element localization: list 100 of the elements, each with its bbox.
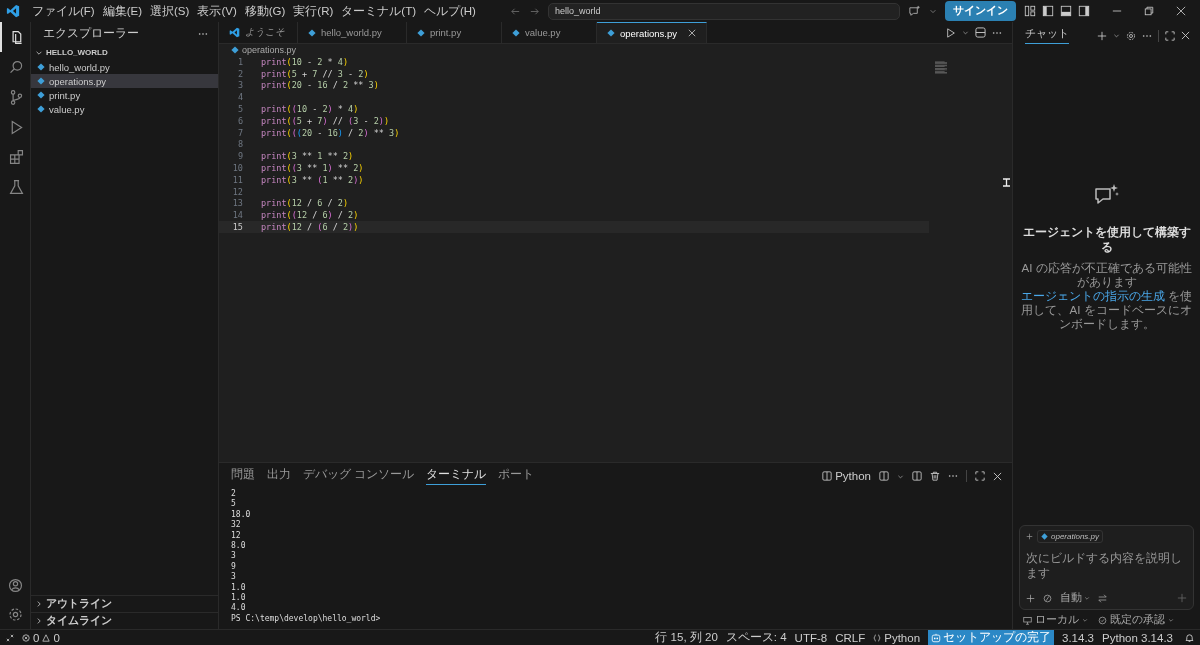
editor-tab[interactable]: hello_world.py	[298, 22, 407, 43]
chevron-right-icon[interactable]	[35, 617, 43, 625]
section-header[interactable]: アウトライン	[31, 595, 218, 612]
editor-tab[interactable]: ようこそ	[219, 22, 298, 43]
more-icon[interactable]	[198, 31, 208, 36]
bell-icon[interactable]	[1185, 633, 1194, 642]
chevron-down-icon	[1084, 595, 1090, 601]
panel-tab[interactable]: 出力	[267, 467, 291, 485]
code-line: print(20 - 16 / 2 ** 3)	[261, 80, 379, 91]
file-item[interactable]: value.py	[31, 102, 218, 116]
line-number: 14	[231, 210, 243, 221]
menu-item[interactable]: 選択(S)	[146, 3, 194, 19]
more-icon[interactable]	[1142, 33, 1152, 38]
search-icon[interactable]	[7, 58, 25, 76]
code-line: print((12 / 6) / 2)	[261, 210, 359, 221]
split-panel-icon[interactable]	[912, 471, 922, 481]
menu-item[interactable]: 移動(G)	[240, 3, 290, 19]
panel-tab[interactable]: ターミナル	[426, 467, 487, 485]
line-number: 4	[236, 92, 243, 103]
sign-in-button[interactable]: サインイン	[944, 1, 1016, 21]
chat-tab[interactable]: チャット	[1025, 27, 1069, 44]
more-icon[interactable]	[992, 30, 1002, 35]
terminal-profile[interactable]: Python	[822, 470, 871, 482]
chevron-down-icon	[1168, 617, 1174, 623]
chat-footer-dropdown[interactable]: ローカル	[1023, 613, 1088, 627]
code-line: print(10 - 2 * 4)	[261, 56, 349, 67]
layout-icon[interactable]	[1024, 5, 1036, 17]
context-file-chip[interactable]: operations.py	[1037, 530, 1104, 543]
split-editor-icon[interactable]	[975, 27, 986, 38]
problems-indicator[interactable]: 0 0	[22, 631, 60, 644]
maximize-icon[interactable]	[975, 471, 985, 481]
add-context-icon[interactable]	[1026, 533, 1033, 540]
extensions-icon[interactable]	[7, 148, 25, 166]
menu-item[interactable]: ヘルプ(H)	[420, 3, 480, 19]
right-sidebar-icon[interactable]	[1078, 5, 1090, 17]
search-field[interactable]: hello_world	[547, 2, 900, 20]
status-item[interactable]: UTF-8	[794, 631, 828, 644]
menu-item[interactable]: ターミナル(T)	[337, 3, 420, 19]
section-header[interactable]: タイムライン	[31, 612, 218, 629]
panel-icon[interactable]	[1060, 5, 1072, 17]
line-number: 10	[231, 163, 243, 174]
menu-item[interactable]: 表示(V)	[193, 3, 241, 19]
instructions-link[interactable]: エージェントの指示の生成	[1020, 290, 1165, 302]
panel-tab[interactable]: デバッグ コンソール	[303, 467, 415, 485]
menu-item[interactable]: 編集(E)	[98, 3, 147, 19]
trash-icon[interactable]	[930, 471, 940, 481]
panel-tab[interactable]: ポート	[498, 467, 535, 485]
settings-icon[interactable]	[1126, 30, 1136, 41]
file-item[interactable]: hello_world.py	[31, 60, 218, 74]
flask-icon[interactable]	[7, 178, 25, 196]
terminal-output: 5	[231, 499, 237, 510]
status-item[interactable]: スペース: 4	[725, 630, 787, 645]
setup-button[interactable]: セットアップの完了	[928, 630, 1055, 645]
close-icon[interactable]	[1181, 31, 1190, 40]
status-item[interactable]: CRLF	[835, 631, 866, 644]
file-item[interactable]: operations.py	[31, 74, 218, 88]
tools-icon[interactable]	[1043, 593, 1052, 603]
remote-icon[interactable]	[6, 633, 14, 642]
close-icon[interactable]	[1176, 6, 1186, 16]
chat-icon[interactable]	[907, 4, 921, 18]
line-number: 12	[231, 186, 243, 197]
code-line: print(12 / (6 / 2))	[261, 222, 359, 233]
account-icon[interactable]	[6, 577, 24, 594]
mode-dropdown[interactable]: 自動	[1060, 591, 1090, 605]
line-number: 6	[236, 115, 243, 126]
folder-item[interactable]: HELLO_WORLD	[31, 45, 218, 60]
maximize-icon[interactable]	[1165, 30, 1175, 41]
chat-footer-dropdown[interactable]: 既定の承認	[1098, 613, 1174, 627]
chevron-right-icon[interactable]	[35, 600, 43, 608]
swap-icon[interactable]	[1098, 593, 1107, 603]
run-icon[interactable]	[946, 27, 956, 38]
settings-icon[interactable]	[6, 606, 24, 623]
status-item[interactable]: 行 15, 列 20	[655, 630, 718, 645]
monitor-icon	[1023, 615, 1032, 625]
chat-input[interactable]: operations.py 次にビルドする内容を説明します 自動	[1019, 525, 1194, 610]
more-icon[interactable]	[948, 474, 958, 478]
file-item[interactable]: print.py	[31, 88, 218, 102]
terminal-output: 3	[231, 551, 237, 562]
interpreter-selector[interactable]: Python 3.14.3	[1102, 631, 1173, 644]
close-icon[interactable]	[993, 471, 1002, 481]
chevron-down-icon[interactable]	[962, 29, 969, 36]
menu-item[interactable]: ファイル(F)	[28, 3, 99, 19]
line-number: 9	[236, 151, 243, 162]
close-icon[interactable]	[688, 29, 697, 37]
left-sidebar-icon[interactable]	[1042, 5, 1054, 17]
menu-item[interactable]: 実行(R)	[289, 3, 338, 19]
sidebar-title: エクスプローラー	[43, 26, 139, 41]
panel-tab[interactable]: 問題	[231, 467, 255, 485]
restore-icon[interactable]	[1144, 6, 1154, 16]
status-item[interactable]: 3.14.3	[1062, 631, 1094, 644]
breadcrumb[interactable]: operations.py	[219, 44, 1012, 56]
plus-icon[interactable]	[1026, 593, 1035, 603]
code-line: print(5 + 7 // 3 - 2)	[261, 68, 369, 79]
language-mode[interactable]: Python	[873, 631, 921, 644]
split-terminal-icon[interactable]	[879, 471, 889, 481]
terminal-output: 1.0	[231, 592, 247, 603]
editor-tab[interactable]: print.py	[407, 22, 502, 43]
chevron-down-icon[interactable]	[1113, 32, 1120, 39]
robot-icon	[931, 632, 942, 643]
editor-tab[interactable]: operations.py	[597, 22, 708, 43]
